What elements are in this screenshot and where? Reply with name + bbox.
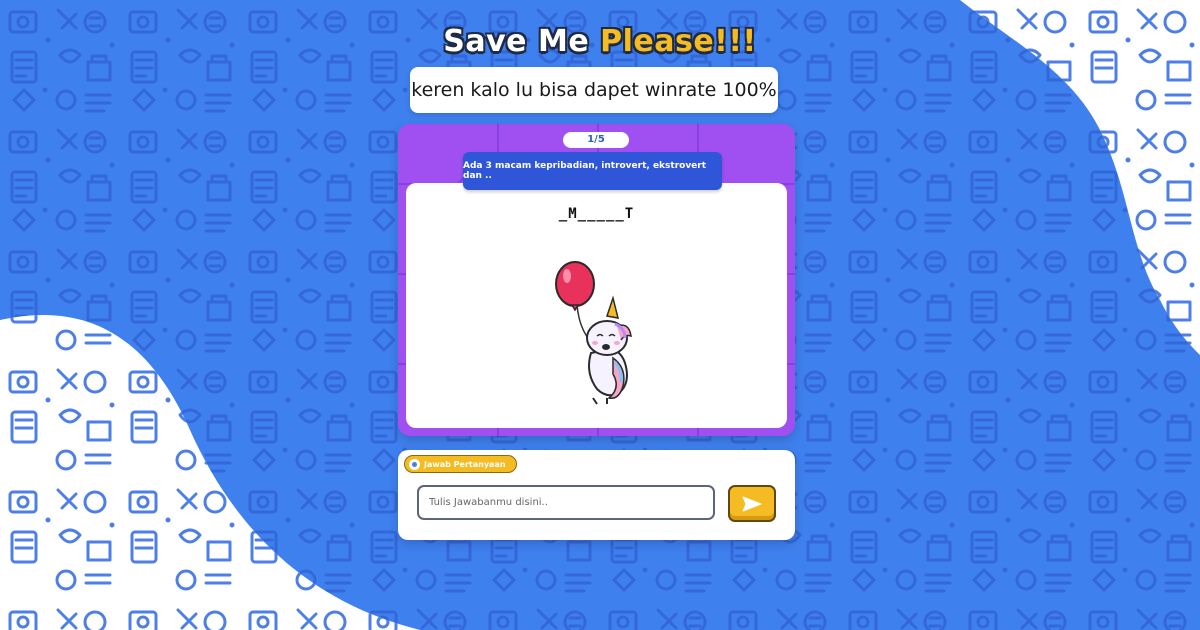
question-banner: Ada 3 macam kepribadian, introvert, ekst… — [463, 152, 722, 190]
answer-tag-label: Jawab Pertanyaan — [424, 459, 506, 469]
title-main: Save Me — [443, 24, 601, 59]
question-card: _M_____T — [406, 183, 787, 428]
answer-tag: Jawab Pertanyaan — [404, 455, 517, 473]
send-icon — [742, 496, 762, 511]
question-icon — [409, 458, 420, 470]
title-accent: Please!!! — [600, 24, 757, 59]
send-button[interactable] — [728, 485, 776, 522]
unicorn-balloon-illustration — [555, 261, 632, 405]
app-title: Save Me Please!!! — [0, 24, 1200, 59]
progress-indicator: 1/5 — [563, 132, 629, 148]
quiz-board: 1/5 _M_____T Ada 3 macam kepribadian, in… — [398, 124, 795, 436]
subtitle-banner: keren kalo lu bisa dapet winrate 100% — [410, 67, 778, 113]
answer-hint: _M_____T — [558, 206, 635, 222]
answer-panel: Jawab Pertanyaan — [398, 450, 795, 540]
answer-input[interactable] — [417, 485, 715, 520]
